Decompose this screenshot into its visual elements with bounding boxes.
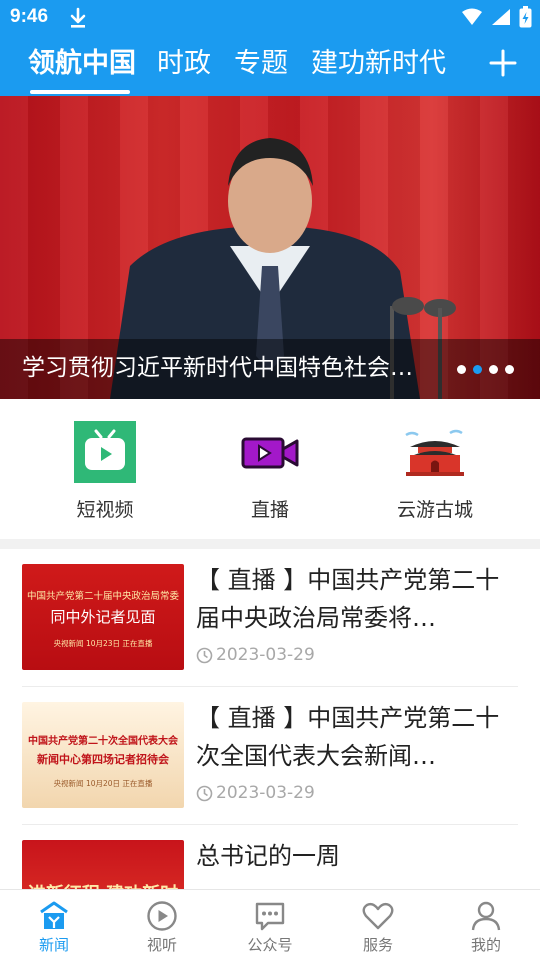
user-icon: [471, 901, 501, 931]
nav-label: 服务: [362, 936, 393, 954]
gate-tower-icon: [405, 429, 464, 476]
tv-icon: [74, 421, 136, 483]
nav-label: 我的: [470, 936, 501, 954]
banner-caption-bar: 学习贯彻习近平新时代中国特色社会…: [0, 339, 540, 399]
news-home-icon: [40, 901, 68, 929]
banner-carousel[interactable]: 学习贯彻习近平新时代中国特色社会…: [0, 96, 540, 399]
nav-official-accounts[interactable]: 公众号: [230, 900, 310, 955]
signal-icon: [492, 9, 510, 25]
tab-lingzhang-zhongguo[interactable]: 领航中国: [28, 46, 136, 82]
quick-entry-label: 直播: [250, 499, 289, 521]
carousel-dots: [457, 365, 514, 374]
thumbnail-caption: 中国共产党第二十次全国代表大会: [28, 736, 178, 747]
quick-entry-row: 短视频 直播 云游古城: [0, 399, 540, 539]
quick-entry-live[interactable]: 直播: [205, 421, 335, 522]
nav-news[interactable]: 新闻: [14, 900, 94, 955]
section-separator: [0, 539, 540, 549]
banner-caption-text: 学习贯彻习近平新时代中国特色社会…: [22, 355, 413, 381]
news-title: 总书记的一周: [196, 842, 340, 870]
nav-label: 公众号: [247, 936, 293, 954]
battery-icon: [519, 6, 532, 28]
thumbnail-caption: 央视新闻 10月23日 正在直播: [53, 639, 153, 648]
news-thumbnail: 进新征程 建功新时: [22, 840, 184, 889]
nav-services[interactable]: 服务: [338, 900, 418, 955]
news-date: 2023-03-29: [196, 645, 315, 665]
news-list: 中国共产党第二十届中央政治局常委 同中外记者见面 央视新闻 10月23日 正在直…: [0, 549, 540, 889]
active-tab-indicator: [30, 90, 130, 94]
news-item[interactable]: 中国共产党第二十届中央政治局常委 同中外记者见面 央视新闻 10月23日 正在直…: [22, 549, 518, 687]
channel-tabs: 领航中国 时政 专题 建功新时代: [0, 40, 540, 96]
wifi-icon: [462, 8, 482, 25]
thumbnail-caption: 央视新闻 10月20日 正在直播: [53, 779, 153, 788]
thumbnail-caption: 中国共产党第二十届中央政治局常委: [26, 591, 179, 602]
quick-entry-short-video[interactable]: 短视频: [40, 421, 170, 522]
clock-icon: [196, 647, 213, 663]
tab-shizheng[interactable]: 时政: [157, 46, 211, 82]
thumbnail-caption: 进新征程 建功新时: [22, 880, 184, 889]
news-item[interactable]: 进新征程 建功新时 总书记的一周: [22, 825, 518, 889]
news-thumbnail: 中国共产党第二十届中央政治局常委 同中外记者见面 央视新闻 10月23日 正在直…: [22, 564, 184, 670]
news-item[interactable]: 中国共产党第二十次全国代表大会 新闻中心第四场记者招待会 央视新闻 10月20日…: [22, 687, 518, 825]
video-camera-icon: [241, 437, 299, 469]
play-circle-icon: [147, 901, 177, 931]
clock-icon: [196, 785, 213, 801]
news-title: 【 直播 】中国共产党第二十届中央政治局常委将…: [196, 566, 500, 632]
heart-icon: [362, 902, 394, 930]
nav-label: 视听: [146, 936, 177, 954]
carousel-dot[interactable]: [505, 365, 514, 374]
add-channel-icon[interactable]: [488, 48, 518, 78]
quick-entry-label: 短视频: [76, 499, 134, 521]
carousel-dot-active[interactable]: [473, 365, 482, 374]
news-date-text: 2023-03-29: [216, 783, 315, 803]
thumbnail-caption: 新闻中心第四场记者招待会: [37, 753, 169, 766]
tab-zhuanti[interactable]: 专题: [234, 46, 288, 82]
nav-mine[interactable]: 我的: [446, 900, 526, 955]
download-icon: [70, 7, 86, 28]
news-date-text: 2023-03-29: [216, 645, 315, 665]
nav-audio-video[interactable]: 视听: [122, 900, 202, 955]
status-bar: 9:46: [0, 0, 540, 36]
bottom-nav: 新闻 视听 公众号 服务 我的: [0, 889, 540, 960]
carousel-dot[interactable]: [489, 365, 498, 374]
message-icon: [255, 902, 285, 931]
header-bar: 9:46 领航中国 时政 专题 建功新时代: [0, 0, 540, 96]
quick-entry-ancient-city[interactable]: 云游古城: [370, 421, 500, 522]
news-date: 2023-03-29: [196, 783, 315, 803]
nav-label: 新闻: [38, 936, 69, 954]
status-time: 9:46: [10, 6, 49, 27]
news-title: 【 直播 】中国共产党第二十次全国代表大会新闻…: [196, 704, 500, 770]
tab-jiangong-xinshidai[interactable]: 建功新时代: [311, 46, 446, 82]
carousel-dot[interactable]: [457, 365, 466, 374]
news-thumbnail: 中国共产党第二十次全国代表大会 新闻中心第四场记者招待会 央视新闻 10月20日…: [22, 702, 184, 808]
quick-entry-label: 云游古城: [396, 499, 473, 521]
thumbnail-caption: 同中外记者见面: [50, 608, 156, 626]
